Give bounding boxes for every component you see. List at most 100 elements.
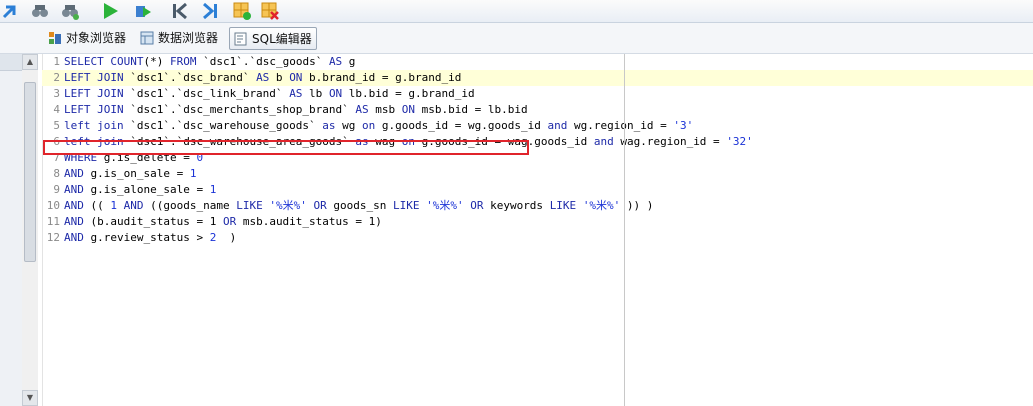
code-token: msb: [368, 103, 402, 116]
code-token: wg: [335, 119, 363, 132]
code-token: lb.bid = g.brand_id: [342, 87, 475, 100]
data-browser-icon: [140, 31, 154, 44]
code-token: OR: [313, 199, 327, 212]
line-number: 4: [53, 103, 60, 116]
code-line[interactable]: 8 AND g.is_on_sale = 1: [42, 166, 1033, 182]
tab-label: 对象浏览器: [66, 31, 127, 45]
code-area[interactable]: 1 SELECT COUNT(*) FROM `dsc1`.`dsc_goods`…: [42, 54, 1033, 406]
code-token: g.is_alone_sale =: [83, 183, 210, 196]
code-token: ON: [401, 103, 416, 116]
code-token: AS: [256, 71, 270, 84]
line-number: 2: [53, 71, 60, 84]
code-token: 1: [110, 199, 117, 212]
tab-data-browser[interactable]: 数据浏览器: [140, 27, 218, 48]
code-line[interactable]: 10 AND (( 1 AND ((goods_name LIKE '%米%' O…: [42, 198, 1033, 214]
code-token: as: [322, 119, 336, 132]
object-browser-icon: [49, 31, 61, 44]
run-icon[interactable]: [100, 1, 120, 21]
code-line[interactable]: 11 AND (b.audit_status = 1 OR msb.audit_s…: [42, 214, 1033, 230]
last-record-icon[interactable]: [200, 1, 220, 21]
code-line[interactable]: 12 AND g.review_status > 2 ): [42, 230, 1033, 246]
highlight-box: [43, 140, 529, 155]
code-token: AND: [64, 199, 84, 212]
code-token: 1: [209, 183, 217, 196]
binoculars-refresh-icon[interactable]: [60, 1, 80, 21]
code-token: )) ): [620, 199, 654, 212]
code-token: 1: [189, 167, 197, 180]
scroll-down-icon[interactable]: ▼: [22, 390, 38, 406]
code-token: lb: [302, 87, 329, 100]
code-token: FROM: [169, 55, 197, 68]
code-token: '%米%': [426, 199, 464, 212]
code-token: g.is_on_sale =: [83, 167, 190, 180]
scroll-up-icon[interactable]: ▲: [22, 54, 38, 70]
code-line[interactable]: 3 LEFT JOIN `dsc1`.`dsc_link_brand` AS lb…: [42, 86, 1033, 102]
sql-editor-icon: [234, 32, 247, 45]
code-token: ((: [83, 199, 111, 212]
code-token: left join: [64, 119, 124, 132]
code-token: LEFT JOIN: [64, 71, 124, 84]
tab-object-browser[interactable]: 对象浏览器: [48, 27, 126, 48]
code-line[interactable]: 2 LEFT JOIN `dsc1`.`dsc_brand` AS b ON b.…: [42, 70, 1033, 86]
code-token: g: [342, 55, 356, 68]
code-token: msb.audit_status = 1): [236, 215, 382, 228]
back-arrow-icon[interactable]: [0, 1, 20, 21]
code-line[interactable]: 1 SELECT COUNT(*) FROM `dsc1`.`dsc_goods`…: [42, 54, 1033, 70]
tab-sql-editor[interactable]: SQL编辑器: [229, 27, 317, 50]
code-token: OR: [470, 199, 484, 212]
code-token: goods_sn: [326, 199, 393, 212]
code-token: ((goods_name: [143, 199, 237, 212]
grid-delete-icon[interactable]: [260, 1, 280, 21]
code-token: AND: [64, 231, 84, 244]
code-token: `dsc1`.`dsc_brand`: [123, 71, 257, 84]
first-record-icon[interactable]: [170, 1, 190, 21]
code-token: g.review_status >: [83, 231, 210, 244]
line-number: 10: [46, 199, 60, 212]
code-token: ON: [328, 87, 343, 100]
code-token: ): [216, 231, 237, 244]
line-number: 5: [53, 119, 60, 132]
code-token: '%米%': [269, 199, 307, 212]
code-token: wag.region_id =: [613, 135, 727, 148]
code-token: SELECT COUNT: [64, 55, 144, 68]
view-tabs: 对象浏览器 数据浏览器 SQL编辑器: [0, 23, 1033, 54]
line-number: 3: [53, 87, 60, 100]
code-token: (*): [143, 55, 170, 68]
code-token: msb.bid = lb.bid: [415, 103, 528, 116]
binoculars-icon[interactable]: [30, 1, 50, 21]
code-line[interactable]: 5 left join `dsc1`.`dsc_warehouse_goods` …: [42, 118, 1033, 134]
code-token: `dsc1`.`dsc_link_brand`: [123, 87, 290, 100]
right-margin-line: [624, 54, 625, 406]
code-token: AS: [289, 87, 303, 100]
tab-label: SQL编辑器: [252, 32, 312, 46]
code-token: LIKE: [236, 199, 263, 212]
vertical-scrollbar[interactable]: ▲ ▼: [22, 54, 39, 406]
code-token: AND: [123, 199, 144, 212]
line-number: 11: [46, 215, 60, 228]
code-token: and: [547, 119, 568, 132]
grid-add-icon[interactable]: [232, 1, 252, 21]
code-token: LIKE: [392, 199, 420, 212]
code-token: (b.audit_status = 1: [83, 215, 223, 228]
scroll-thumb[interactable]: [24, 82, 36, 262]
code-token: AS: [355, 103, 369, 116]
code-token: AND: [64, 167, 84, 180]
code-token: b: [269, 71, 290, 84]
code-token: wg.region_id =: [567, 119, 674, 132]
code-token: and: [593, 135, 614, 148]
left-panel: [0, 54, 23, 406]
sql-editor[interactable]: ▲ ▼ 1 SELECT COUNT(*) FROM `dsc1`.`dsc_go…: [0, 54, 1033, 406]
code-token: `dsc1`.`dsc_goods`: [196, 55, 329, 68]
code-token: '32': [726, 135, 753, 148]
code-line[interactable]: 4 LEFT JOIN `dsc1`.`dsc_merchants_shop_br…: [42, 102, 1033, 118]
step-run-icon[interactable]: [133, 1, 153, 21]
line-number: 1: [53, 55, 60, 68]
code-token: `dsc1`.`dsc_warehouse_goods`: [123, 119, 323, 132]
line-number: 9: [53, 183, 60, 196]
code-line[interactable]: 9 AND g.is_alone_sale = 1: [42, 182, 1033, 198]
code-token: AND: [64, 183, 84, 196]
left-panel-header: [0, 54, 22, 71]
code-token: '3': [673, 119, 694, 132]
